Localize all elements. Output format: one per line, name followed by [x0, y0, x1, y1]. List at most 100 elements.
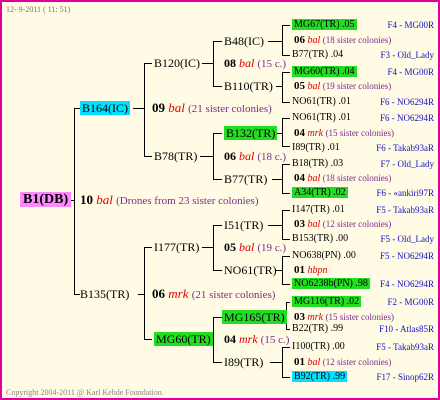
connector — [213, 133, 222, 134]
l3-queen[interactable]: MG165(TR) — [222, 310, 287, 324]
connector — [286, 329, 290, 330]
connector — [213, 225, 222, 226]
ancestor-queen[interactable]: B18(TR) .03 — [292, 158, 343, 170]
connector — [144, 339, 152, 340]
connector — [213, 41, 214, 86]
connector — [144, 63, 152, 64]
connector — [213, 41, 222, 42]
l3-queen[interactable]: B132(TR) — [224, 126, 278, 140]
ancestor-code: F6 - NO6294R — [379, 113, 434, 123]
ancestor-drone-info: 06 bal (18 sister colonies) — [294, 34, 392, 46]
ancestor-drone-info: 05 bal (19 sister colonies) — [294, 80, 392, 92]
connector — [270, 362, 282, 363]
ancestor-queen[interactable]: B22(TR) .99 — [292, 323, 343, 335]
connector — [213, 179, 222, 180]
connector — [282, 164, 290, 165]
ancestor-queen[interactable]: I100(TR) .00 — [292, 341, 345, 353]
ancestor-queen[interactable]: MG116(TR) .02 — [292, 296, 362, 308]
l3-queen[interactable]: I51(TR) — [224, 219, 263, 231]
l2-queen[interactable]: B78(TR) — [154, 150, 197, 162]
l2-queen[interactable]: MG60(TR) — [154, 332, 213, 346]
connector — [282, 72, 283, 102]
timestamp: 12- 9-2011 ( 11: 51) — [6, 5, 71, 14]
ancestor-code: F5 - Takab93aR — [376, 205, 434, 215]
connector — [282, 25, 290, 26]
connector — [282, 25, 283, 55]
connector — [282, 102, 290, 103]
l3-drone-info: 06 bal (18 c.) — [224, 149, 287, 163]
ancestor-code: F10 - Atlas85R — [378, 324, 434, 334]
ancestor-queen[interactable]: I89(TR) .01 — [292, 142, 340, 154]
ancestor-queen[interactable]: NO61(TR) .01 — [292, 112, 351, 124]
connector — [282, 284, 290, 285]
connector — [272, 179, 282, 180]
ancestor-queen[interactable]: B92(TR) .99 — [292, 371, 348, 383]
copyright: Copyright 2004-2011 @ Karl Kehde Foundat… — [6, 388, 164, 397]
l3-queen[interactable]: NO61(TR) — [224, 264, 277, 276]
ancestor-queen[interactable]: MG67(TR) .05 — [292, 19, 357, 31]
ancestor-code: F17 - Sinop62R — [376, 372, 434, 382]
connector — [282, 347, 283, 377]
connector — [202, 63, 213, 64]
ancestor-queen[interactable]: NO61(TR) .01 — [292, 96, 351, 108]
connector — [213, 86, 222, 87]
connector — [74, 108, 75, 294]
connector — [213, 225, 214, 270]
ancestor-drone-info: 04 bal (18 sister colonies) — [294, 172, 392, 184]
connector — [286, 302, 290, 303]
connector — [282, 210, 283, 239]
ancestor-drone-info: 04 mrk (15 sister colonies) — [294, 127, 395, 139]
connector — [213, 362, 222, 363]
ancestor-queen[interactable]: B153(TR) .00 — [292, 233, 348, 245]
connector — [282, 256, 290, 257]
l3-drone-info: 04 mrk (15 c.) — [224, 332, 290, 346]
l2-drone-info: 09 bal (21 sister colonies) — [152, 100, 272, 115]
l2-queen[interactable]: I177(TR) — [154, 241, 199, 253]
l3-queen[interactable]: B48(IC) — [224, 35, 264, 47]
connector — [282, 146, 290, 147]
ancestor-queen[interactable]: NO638(PN) .00 — [292, 250, 356, 262]
ancestor-code: F6 - NO6294R — [379, 97, 434, 107]
ancestor-code: F6 - «ankiri97R — [376, 188, 435, 198]
connector — [268, 225, 282, 226]
l3-drone-info: 05 bal (19 c.) — [224, 240, 287, 254]
ancestor-code: F5 - NO6294R — [379, 251, 434, 261]
connector — [282, 210, 290, 211]
connector — [144, 247, 152, 248]
connector — [282, 256, 283, 284]
ancestor-code: F4 - MG00R — [387, 67, 434, 77]
l1-drone-info: 06 mrk (21 sister colonies) — [152, 286, 276, 301]
root-queen[interactable]: B1(DB) — [20, 192, 72, 207]
ancestor-code: F5 - Takab93aR — [376, 342, 434, 352]
connector — [200, 156, 213, 157]
connector — [133, 108, 144, 109]
ancestor-queen[interactable]: I147(TR) .01 — [292, 204, 345, 216]
l3-queen[interactable]: B77(TR) — [224, 173, 267, 185]
connector — [144, 156, 152, 157]
ancestor-code: F7 - Old_Lady — [380, 159, 435, 169]
l1-queen[interactable]: B164(IC) — [80, 101, 130, 115]
ancestor-queen[interactable]: MG60(TR) .04 — [292, 66, 357, 78]
connector — [213, 270, 222, 271]
l3-queen[interactable]: B110(TR) — [224, 80, 273, 92]
connector — [268, 41, 282, 42]
ancestor-queen[interactable]: NO6238b(PN) .98 — [292, 278, 370, 290]
ancestor-queen[interactable]: A34(TR) .02 — [292, 187, 348, 199]
connector — [202, 247, 213, 248]
l2-queen[interactable]: B120(IC) — [154, 57, 200, 69]
connector — [144, 63, 145, 156]
ancestor-code: F3 - Old_Lady — [380, 50, 435, 60]
ancestor-drone-info: 01 bal (12 sister colonies) — [294, 356, 392, 368]
ancestor-code: F4 - MG00R — [387, 20, 434, 30]
l3-queen[interactable]: I89(TR) — [224, 356, 263, 368]
l1-queen[interactable]: B135(TR) — [80, 288, 129, 300]
connector — [282, 118, 283, 146]
connector — [282, 193, 290, 194]
connector — [282, 118, 290, 119]
connector — [282, 55, 290, 56]
connector — [213, 133, 214, 179]
ancestor-code: F2 - MG00R — [387, 297, 434, 307]
ancestor-drone-info: 03 bal (12 sister colonies) — [294, 218, 392, 230]
ancestor-queen[interactable]: B77(TR) .04 — [292, 49, 343, 61]
connector — [282, 347, 290, 348]
